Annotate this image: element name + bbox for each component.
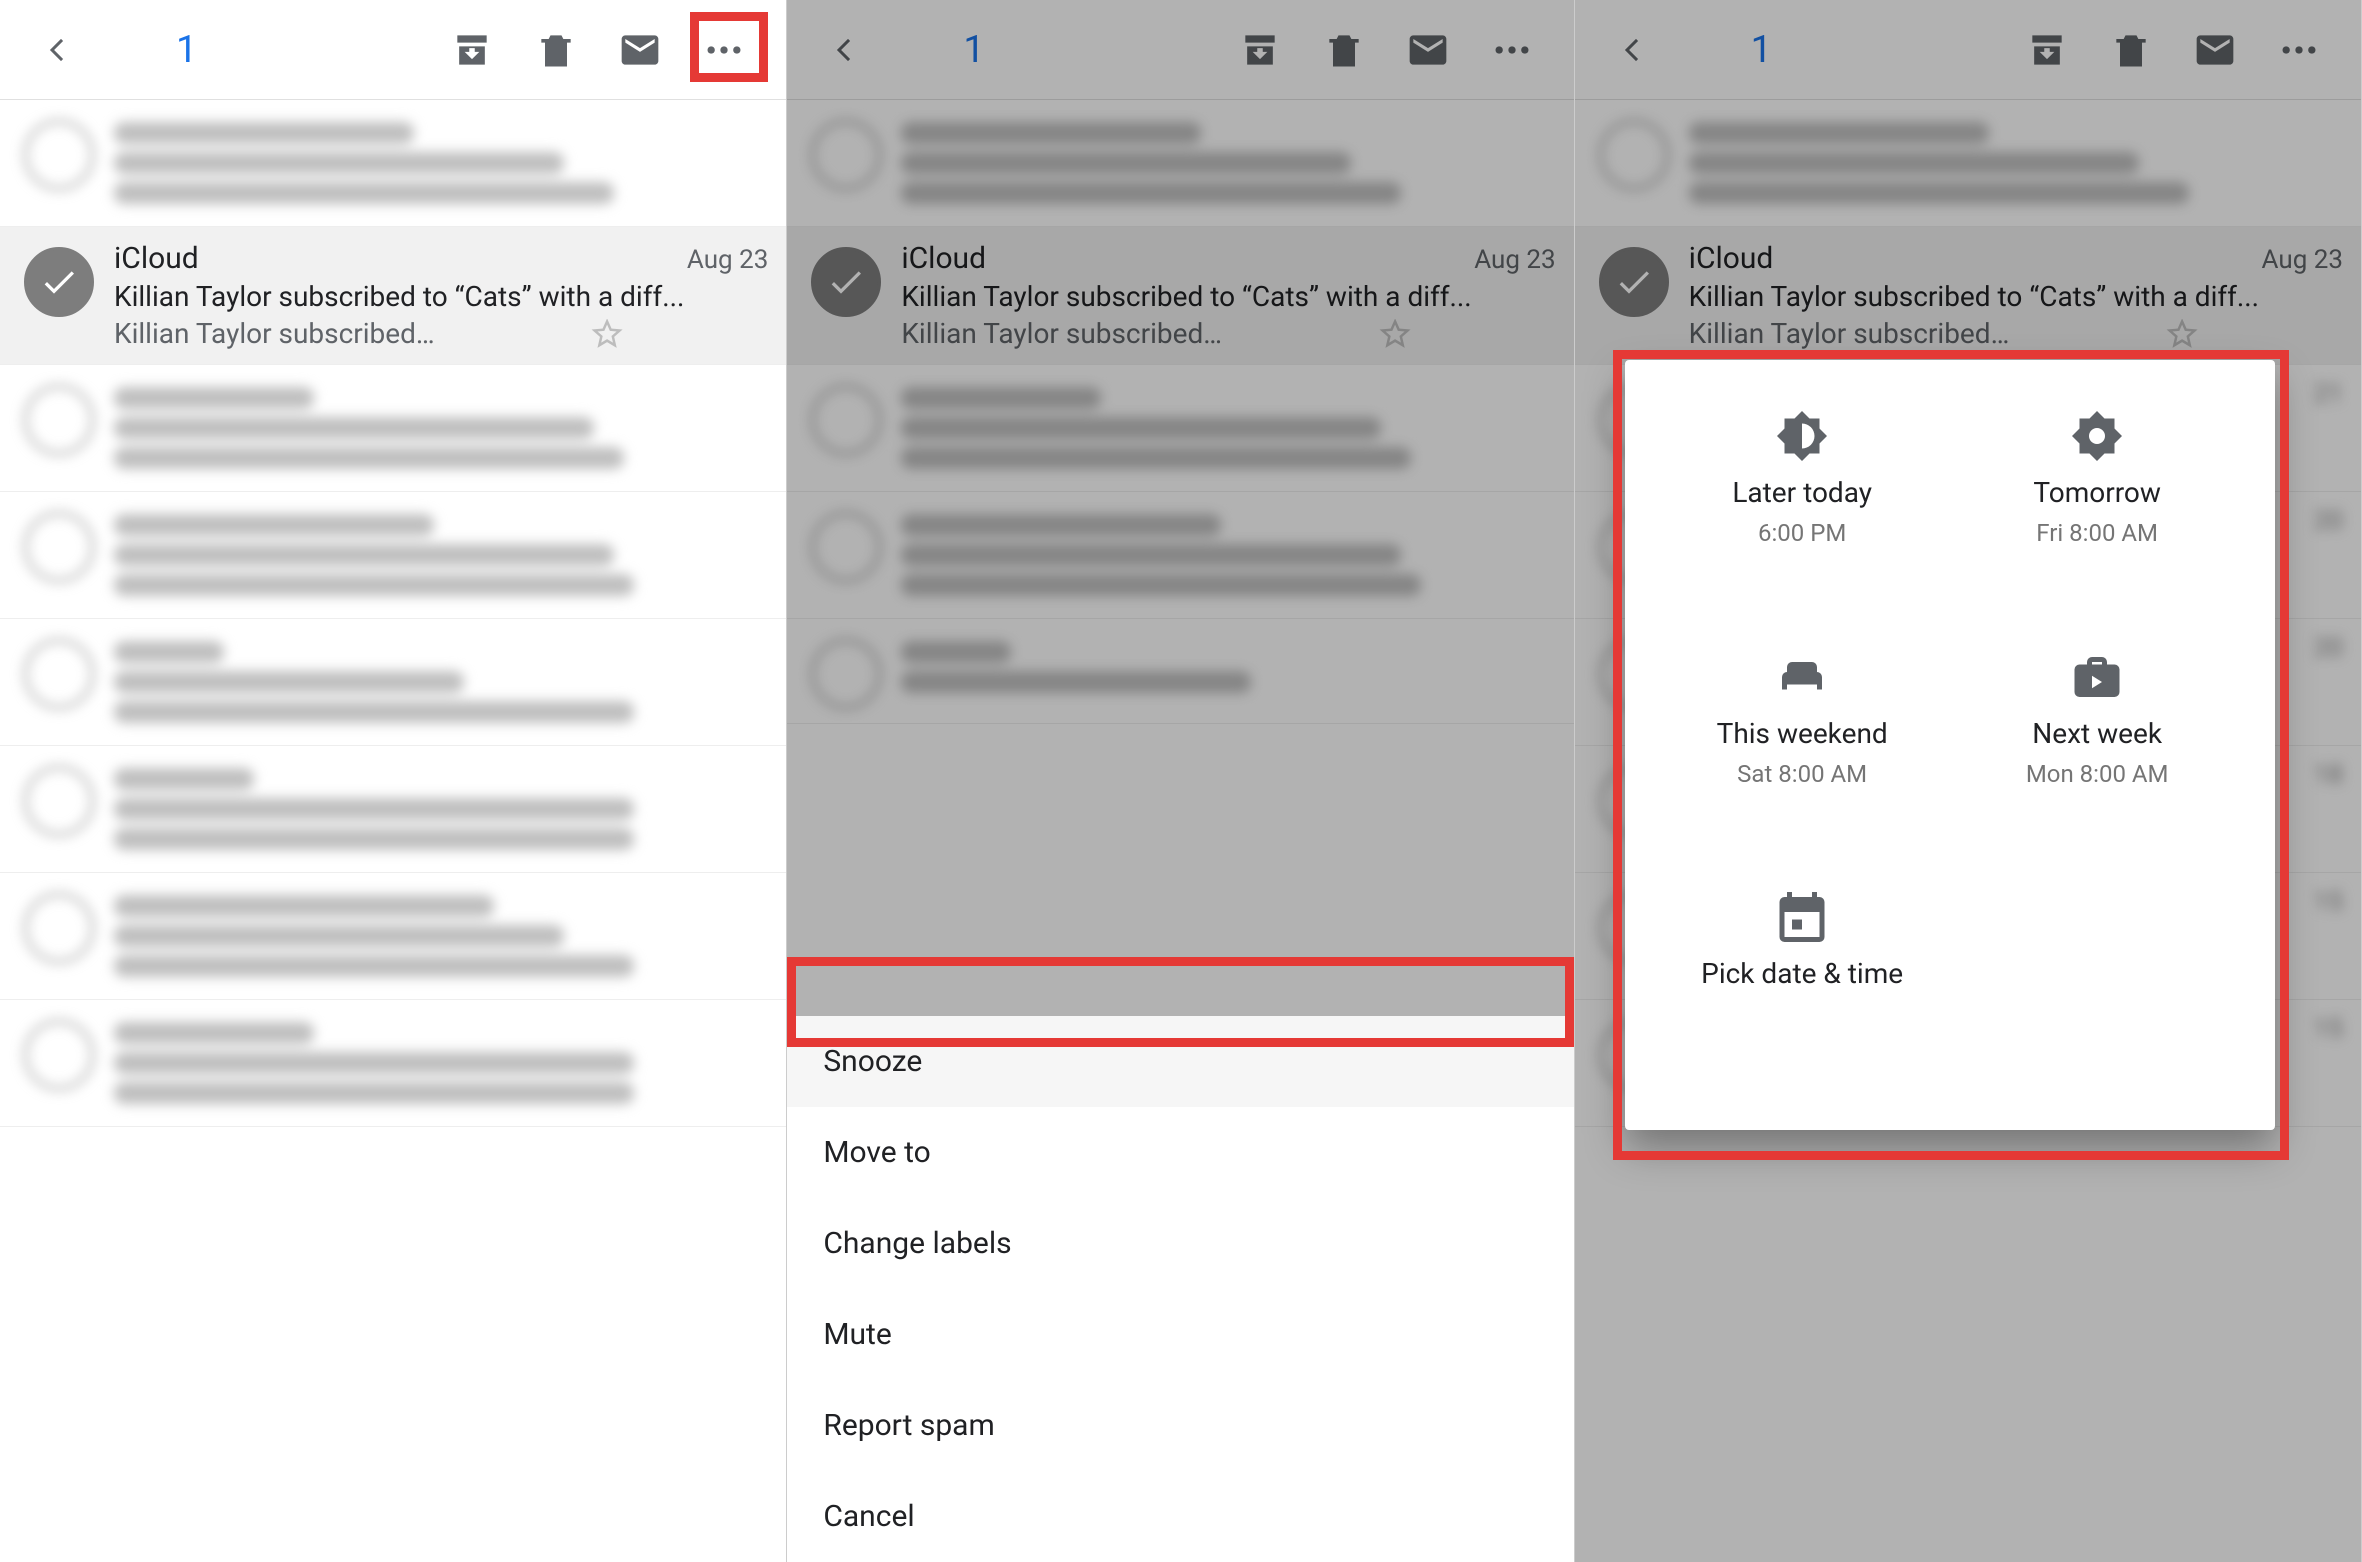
email-row-blurred[interactable] <box>0 100 786 227</box>
email-list: iCloud Aug 23 Killian Taylor subscribed … <box>0 100 786 1127</box>
menu-cancel[interactable]: Cancel <box>787 1471 1573 1562</box>
menu-snooze[interactable]: Snooze <box>787 1016 1573 1107</box>
email-row-selected[interactable]: iCloud Aug 23 Killian Taylor subscribed … <box>0 227 786 365</box>
email-subject: Killian Taylor subscribed to “Cats” with… <box>114 280 768 313</box>
selected-check-icon[interactable] <box>24 247 94 317</box>
email-row-blurred[interactable] <box>0 873 786 1000</box>
email-row-blurred[interactable] <box>0 619 786 746</box>
snooze-pick-date-time[interactable]: Pick date & time <box>1655 887 1950 1084</box>
snooze-next-week[interactable]: Next week Mon 8:00 AM <box>1950 647 2245 844</box>
screenshot-pane-1: 1 iCloud Aug 23 <box>0 0 787 1562</box>
weekend-icon <box>1772 647 1832 707</box>
screenshot-pane-3: 1 iCloud Aug 23 Killian Taylor subscribe… <box>1575 0 2362 1562</box>
more-actions-sheet: Snooze Move to Change labels Mute Report… <box>787 1016 1573 1562</box>
menu-move-to[interactable]: Move to <box>787 1107 1573 1198</box>
selection-count: 1 <box>176 28 197 72</box>
archive-icon[interactable] <box>450 28 494 72</box>
sender-name: iCloud <box>114 241 199 276</box>
email-snippet: Killian Taylor subscribed to “Cats”. The… <box>114 317 436 350</box>
snooze-tomorrow[interactable]: Tomorrow Fri 8:00 AM <box>1950 406 2245 603</box>
email-row-blurred[interactable] <box>0 492 786 619</box>
mark-unread-icon[interactable] <box>618 28 662 72</box>
more-icon[interactable] <box>702 28 746 72</box>
menu-mute[interactable]: Mute <box>787 1289 1573 1380</box>
email-row-blurred[interactable] <box>0 365 786 492</box>
selection-toolbar: 1 <box>0 0 786 100</box>
later-today-icon <box>1772 406 1832 466</box>
snooze-picker-dialog: Later today 6:00 PM Tomorrow Fri 8:00 AM… <box>1625 360 2275 1130</box>
calendar-icon <box>1772 887 1832 947</box>
next-week-icon <box>2067 647 2127 707</box>
email-row-blurred[interactable] <box>0 1000 786 1127</box>
tomorrow-icon <box>2067 406 2127 466</box>
star-icon[interactable] <box>446 319 768 349</box>
screenshot-pane-2: 1 iCloud Aug 23 Killian Taylor subscribe… <box>787 0 1574 1562</box>
email-date: Aug 23 <box>687 245 768 275</box>
email-row-blurred[interactable] <box>0 746 786 873</box>
back-button[interactable] <box>40 32 76 68</box>
snooze-this-weekend[interactable]: This weekend Sat 8:00 AM <box>1655 647 1950 844</box>
trash-icon[interactable] <box>534 28 578 72</box>
menu-report-spam[interactable]: Report spam <box>787 1380 1573 1471</box>
menu-change-labels[interactable]: Change labels <box>787 1198 1573 1289</box>
snooze-later-today[interactable]: Later today 6:00 PM <box>1655 406 1950 603</box>
